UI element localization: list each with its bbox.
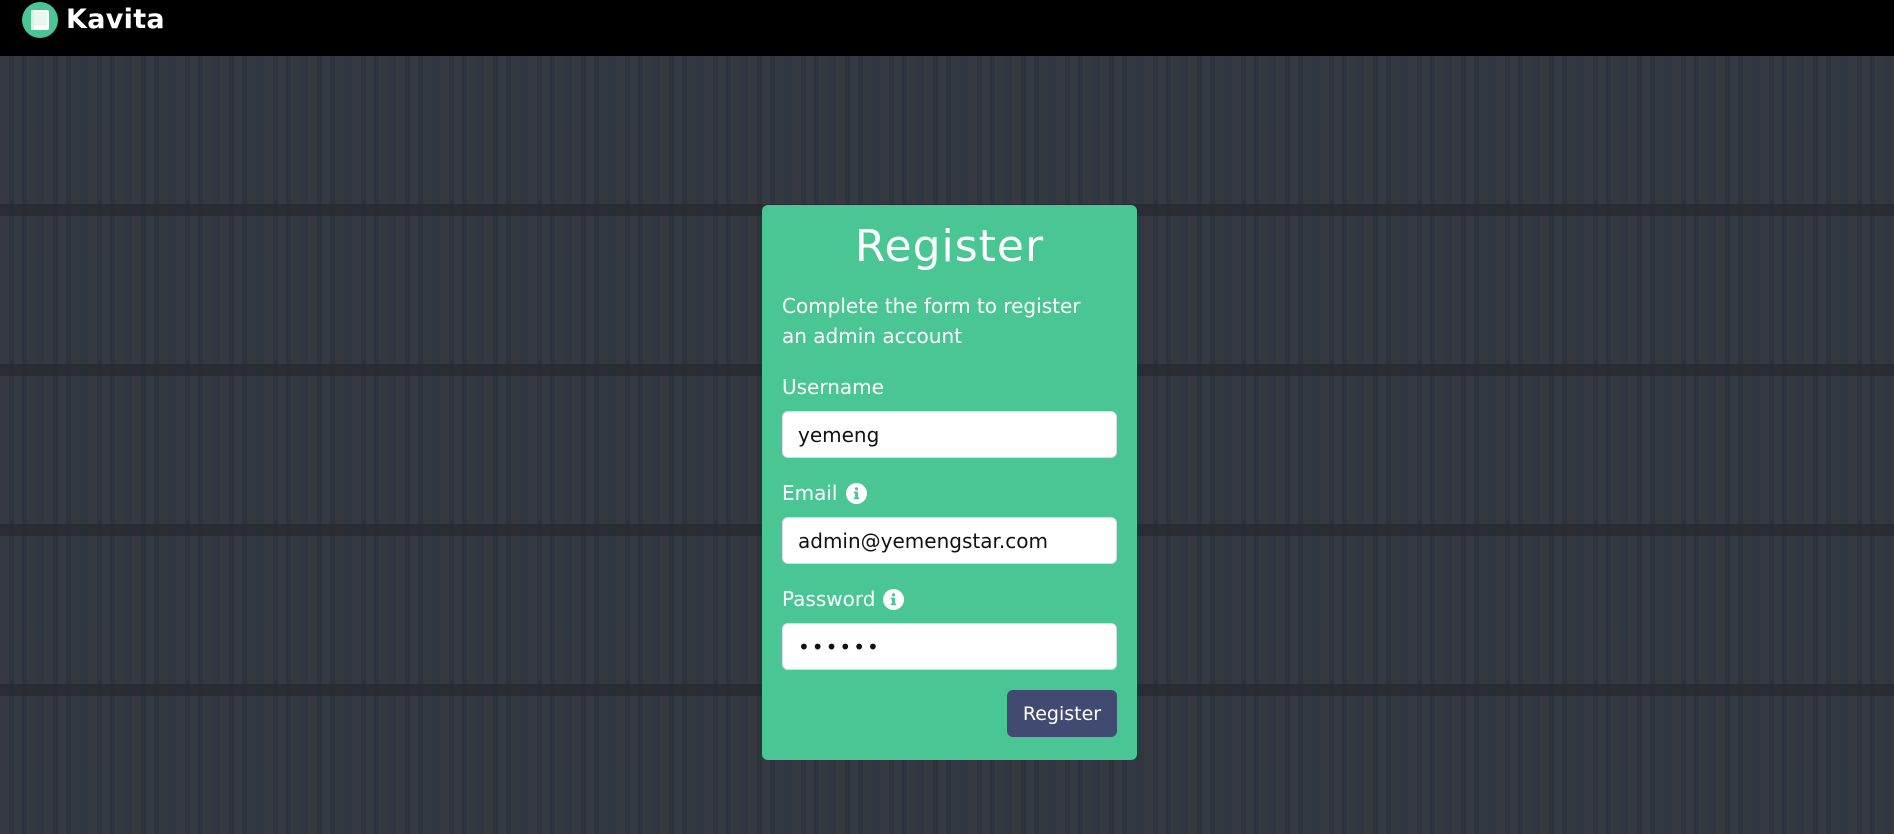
password-label: Password <box>782 585 1117 613</box>
form-description: Complete the form to register an admin a… <box>782 294 1081 348</box>
password-input[interactable] <box>782 623 1117 670</box>
username-label: Username <box>782 373 1117 401</box>
app-name: Kavita <box>66 4 165 35</box>
top-navbar: Kavita <box>0 0 1894 56</box>
page-title: Register <box>854 221 1045 272</box>
form-actions: Register <box>782 690 1117 737</box>
register-card: Register Complete the form to register a… <box>762 205 1137 760</box>
email-input[interactable] <box>782 517 1117 564</box>
register-button[interactable]: Register <box>1007 690 1117 737</box>
email-info-icon[interactable] <box>845 482 867 504</box>
username-input[interactable] <box>782 411 1117 458</box>
kavita-book-icon <box>22 2 58 38</box>
brand-home-link[interactable]: Kavita <box>22 2 165 38</box>
email-label: Email <box>782 479 1117 507</box>
password-info-icon[interactable] <box>883 588 905 610</box>
email-label-text: Email <box>782 481 838 505</box>
password-label-text: Password <box>782 587 876 611</box>
username-label-text: Username <box>782 375 884 399</box>
